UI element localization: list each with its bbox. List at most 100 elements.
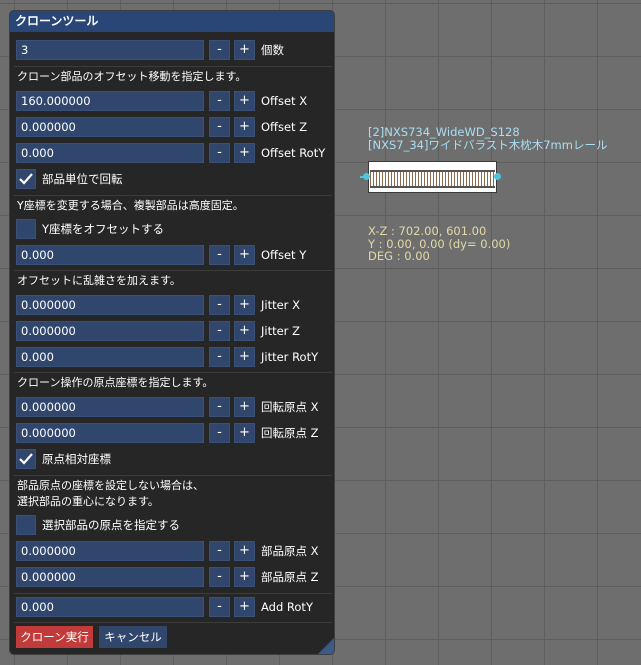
resize-corner-icon[interactable] <box>318 638 334 654</box>
clone-tool-panel: クローンツール 3 - + 個数 クローン部品のオフセット移動を指定します。 1… <box>9 10 335 655</box>
jitter-x-increment-button[interactable]: + <box>234 295 255 315</box>
y-offset-checkbox-row: Y座標をオフセットする <box>16 219 316 241</box>
coord-deg-text: DEG : 0.00 <box>368 249 430 263</box>
jitter-roty-row: 0.000 - + Jitter RotY <box>16 347 330 369</box>
rotation-origin-z-decrement-button[interactable]: - <box>209 423 230 443</box>
add-roty-label: Add RotY <box>261 600 313 614</box>
count-increment-button[interactable]: + <box>234 40 255 60</box>
y-heading: Y座標を変更する場合、複製部品は高度固定。 <box>17 199 244 212</box>
offset-y-increment-button[interactable]: + <box>234 245 255 265</box>
count-input[interactable]: 3 <box>16 40 204 60</box>
part-origin-checkbox[interactable] <box>16 515 36 535</box>
offset-z-label: Offset Z <box>261 120 308 134</box>
cancel-button[interactable]: キャンセル <box>99 626 167 648</box>
count-decrement-button[interactable]: - <box>209 40 230 60</box>
panel-title[interactable]: クローンツール <box>10 11 334 32</box>
part-origin-heading-line1: 部品原点の座標を設定しない場合は、 <box>17 479 204 492</box>
jitter-z-label: Jitter Z <box>261 324 300 338</box>
divider <box>14 270 332 271</box>
origin-relative-row: 原点相対座標 <box>16 449 316 471</box>
jitter-x-label: Jitter X <box>261 298 300 312</box>
offset-heading: クローン部品のオフセット移動を指定します。 <box>17 70 247 83</box>
jitter-z-increment-button[interactable]: + <box>234 321 255 341</box>
jitter-z-input[interactable]: 0.000000 <box>16 321 204 341</box>
rotation-origin-x-label: 回転原点 X <box>261 400 319 414</box>
rotation-origin-z-increment-button[interactable]: + <box>234 423 255 443</box>
checkmark-icon <box>19 453 33 465</box>
part-origin-x-decrement-button[interactable]: - <box>209 541 230 561</box>
jitter-x-decrement-button[interactable]: - <box>209 295 230 315</box>
add-roty-decrement-button[interactable]: - <box>209 597 230 617</box>
rotation-origin-z-label: 回転原点 Z <box>261 426 319 440</box>
rail-handle-left[interactable] <box>363 173 370 180</box>
jitter-x-input[interactable]: 0.000000 <box>16 295 204 315</box>
rail-handle-right[interactable] <box>494 173 501 180</box>
offset-z-row: 0.000000 - + Offset Z <box>16 117 330 139</box>
offset-x-decrement-button[interactable]: - <box>209 91 230 111</box>
offset-x-input[interactable]: 160.000000 <box>16 91 204 111</box>
part-origin-z-increment-button[interactable]: + <box>234 567 255 587</box>
offset-x-label: Offset X <box>261 94 308 108</box>
part-origin-x-increment-button[interactable]: + <box>234 541 255 561</box>
divider <box>14 593 332 594</box>
jitter-roty-label: Jitter RotY <box>261 350 319 364</box>
offset-z-decrement-button[interactable]: - <box>209 117 230 137</box>
y-offset-checkbox[interactable] <box>16 219 36 239</box>
offset-roty-decrement-button[interactable]: - <box>209 143 230 163</box>
rotation-origin-x-input[interactable]: 0.000000 <box>16 397 204 417</box>
offset-y-row: 0.000 - + Offset Y <box>16 245 330 267</box>
part-origin-z-row: 0.000000 - + 部品原点 Z <box>16 567 330 589</box>
jitter-x-row: 0.000000 - + Jitter X <box>16 295 330 317</box>
jitter-z-decrement-button[interactable]: - <box>209 321 230 341</box>
jitter-z-row: 0.000000 - + Jitter Z <box>16 321 330 343</box>
part-origin-x-label: 部品原点 X <box>261 544 319 558</box>
divider <box>14 195 332 196</box>
rail-selection-outline <box>368 161 497 193</box>
part-origin-checkbox-label: 選択部品の原点を指定する <box>42 518 180 532</box>
rotation-origin-x-decrement-button[interactable]: - <box>209 397 230 417</box>
jitter-roty-decrement-button[interactable]: - <box>209 347 230 367</box>
offset-roty-row: 0.000 - + Offset RotY <box>16 143 330 165</box>
offset-x-increment-button[interactable]: + <box>234 91 255 111</box>
part-origin-checkbox-row: 選択部品の原点を指定する <box>16 515 316 537</box>
offset-z-increment-button[interactable]: + <box>234 117 255 137</box>
jitter-roty-input[interactable]: 0.000 <box>16 347 204 367</box>
y-offset-checkbox-label: Y座標をオフセットする <box>42 222 165 236</box>
part-origin-x-input[interactable]: 0.000000 <box>16 541 204 561</box>
divider <box>14 622 332 623</box>
part-name-text: [NXS7_34]ワイドバラスト木枕木7mmレール <box>368 138 608 152</box>
add-roty-increment-button[interactable]: + <box>234 597 255 617</box>
rotation-origin-x-increment-button[interactable]: + <box>234 397 255 417</box>
clone-execute-button[interactable]: クローン実行 <box>16 626 93 648</box>
divider <box>14 372 332 373</box>
offset-roty-label: Offset RotY <box>261 146 326 160</box>
add-roty-row: 0.000 - + Add RotY <box>16 597 330 619</box>
offset-y-decrement-button[interactable]: - <box>209 245 230 265</box>
rotation-origin-z-input[interactable]: 0.000000 <box>16 423 204 443</box>
origin-relative-checkbox[interactable] <box>16 449 36 469</box>
divider <box>14 475 332 476</box>
rotation-origin-x-row: 0.000000 - + 回転原点 X <box>16 397 330 419</box>
part-origin-heading-line2: 選択部品の重心になります。 <box>17 495 159 508</box>
jitter-heading: オフセットに乱雑さを加えます。 <box>17 274 181 287</box>
offset-y-input[interactable]: 0.000 <box>16 245 204 265</box>
rotate-per-part-checkbox[interactable] <box>16 169 36 189</box>
rotation-origin-z-row: 0.000000 - + 回転原点 Z <box>16 423 330 445</box>
part-origin-x-row: 0.000000 - + 部品原点 X <box>16 541 330 563</box>
offset-y-label: Offset Y <box>261 248 307 262</box>
offset-roty-increment-button[interactable]: + <box>234 143 255 163</box>
checkmark-icon <box>19 173 33 185</box>
add-roty-input[interactable]: 0.000 <box>16 597 204 617</box>
count-label: 個数 <box>261 43 284 57</box>
part-origin-z-decrement-button[interactable]: - <box>209 567 230 587</box>
origin-relative-label: 原点相対座標 <box>42 452 111 466</box>
rotate-per-part-row: 部品単位で回転 <box>16 169 316 191</box>
offset-z-input[interactable]: 0.000000 <box>16 117 204 137</box>
count-row: 3 - + 個数 <box>16 40 330 62</box>
jitter-roty-increment-button[interactable]: + <box>234 347 255 367</box>
rotate-per-part-label: 部品単位で回転 <box>42 172 123 186</box>
offset-roty-input[interactable]: 0.000 <box>16 143 204 163</box>
offset-x-row: 160.000000 - + Offset X <box>16 91 330 113</box>
divider <box>14 66 332 67</box>
part-origin-z-input[interactable]: 0.000000 <box>16 567 204 587</box>
